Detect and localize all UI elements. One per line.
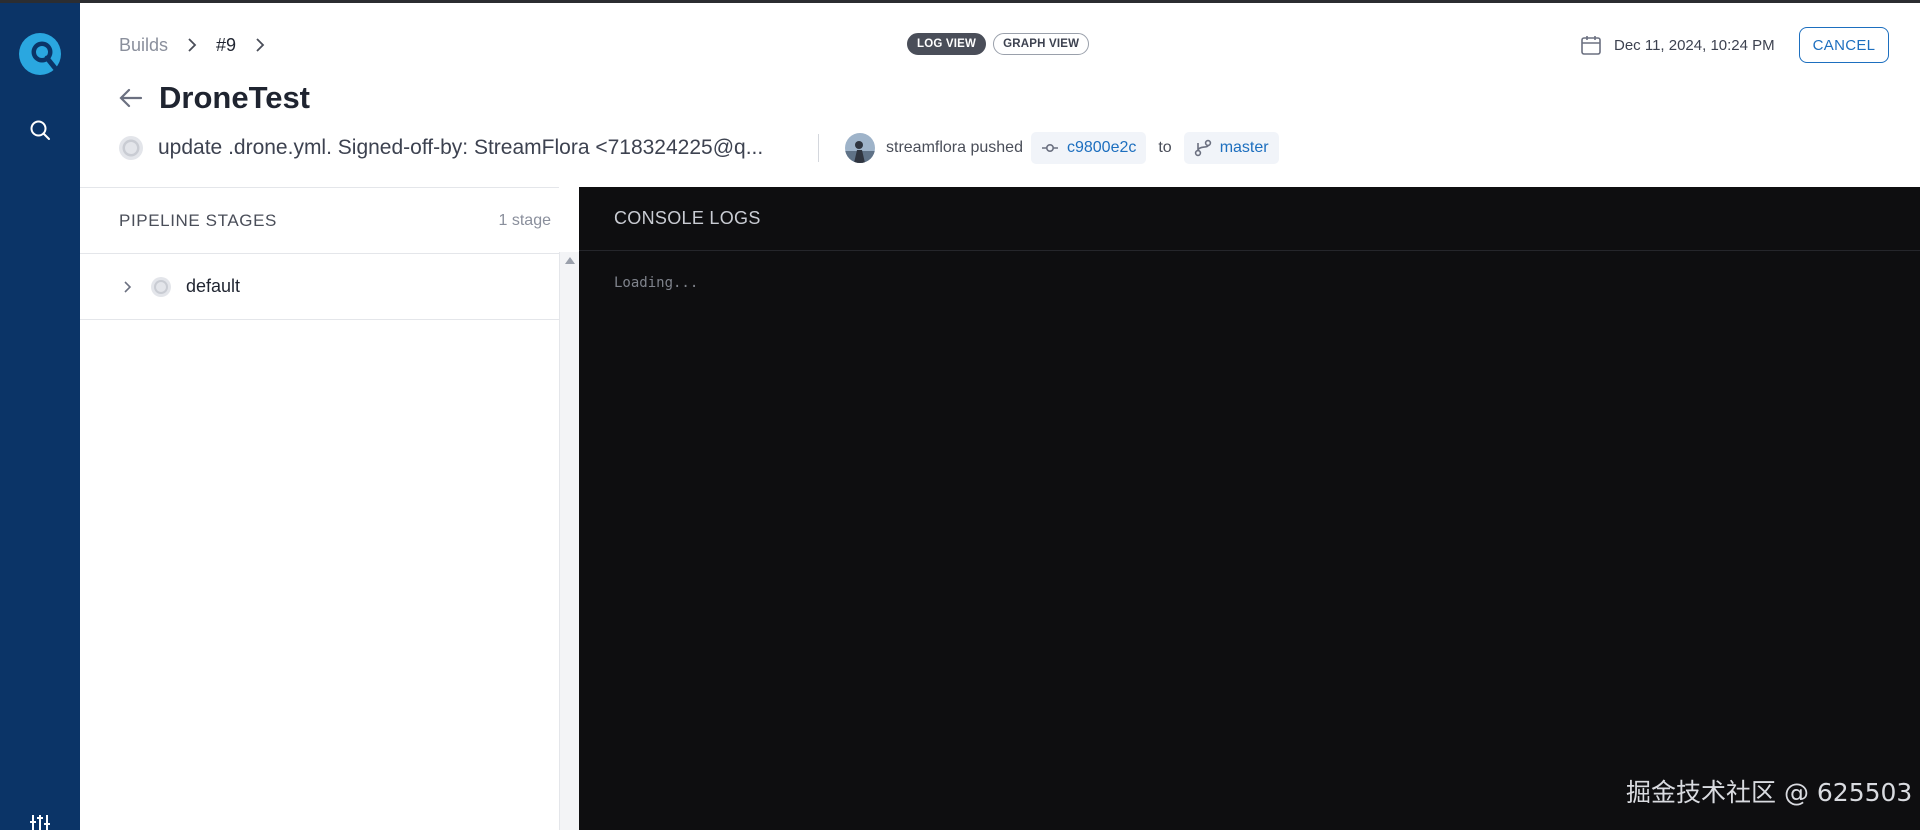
to-label: to	[1158, 139, 1172, 156]
commit-author: streamflora pushed	[886, 139, 1023, 156]
log-view-button[interactable]: LOG VIEW	[907, 33, 987, 55]
stage-count: 1 stage	[498, 211, 551, 229]
console-logs-title: CONSOLE LOGS	[579, 187, 1920, 251]
graph-view-button[interactable]: GRAPH VIEW	[993, 33, 1090, 55]
calendar-icon	[1580, 34, 1602, 56]
stages-scrollbar[interactable]	[559, 252, 579, 830]
scroll-up-arrow-icon[interactable]	[565, 257, 575, 264]
build-date-text: Dec 11, 2024, 10:24 PM	[1614, 36, 1775, 54]
pipeline-stages-title: PIPELINE STAGES	[119, 210, 277, 230]
pending-status-icon	[150, 276, 172, 298]
chevron-right-icon	[180, 33, 204, 57]
drone-logo-icon[interactable]	[18, 32, 62, 76]
view-toggle: LOG VIEW GRAPH VIEW	[907, 33, 1090, 55]
title-row: DroneTest	[117, 78, 310, 118]
console-logs-panel: CONSOLE LOGS Loading...	[579, 187, 1920, 830]
chevron-right-icon[interactable]	[118, 277, 138, 297]
pending-status-icon	[118, 135, 144, 161]
breadcrumb-builds-link[interactable]: Builds	[119, 35, 168, 56]
watermark: 掘金技术社区 @ 625503	[1626, 778, 1913, 807]
sliders-icon[interactable]	[29, 814, 51, 830]
arrow-left-icon[interactable]	[117, 84, 145, 112]
sidebar	[0, 3, 80, 830]
breadcrumb-build-number[interactable]: #9	[216, 35, 236, 56]
branch-name: master	[1219, 139, 1269, 156]
console-output: Loading...	[614, 275, 699, 291]
avatar	[845, 133, 875, 163]
commit-sha: c9800e2c	[1066, 139, 1137, 156]
divider	[818, 134, 819, 162]
commit-sha-link[interactable]: c9800e2c	[1030, 132, 1147, 164]
commit-message: update .drone.yml. Signed-off-by: Stream…	[158, 136, 764, 159]
search-icon[interactable]	[28, 118, 52, 142]
pipeline-stages-panel: PIPELINE STAGES 1 stage default	[80, 187, 559, 830]
breadcrumb: Builds #9	[119, 33, 284, 57]
chevron-right-icon	[248, 33, 272, 57]
git-branch-icon	[1194, 139, 1211, 157]
build-header: Builds #9 LOG VIEW GRAPH VIEW Dec 11, 20…	[80, 3, 1920, 187]
git-commit-icon	[1041, 143, 1058, 153]
branch-link[interactable]: master	[1183, 132, 1279, 164]
commit-info: update .drone.yml. Signed-off-by: Stream…	[118, 131, 1279, 165]
cancel-button[interactable]: CANCEL	[1799, 27, 1889, 63]
page-title: DroneTest	[159, 80, 311, 115]
pipeline-stages-header: PIPELINE STAGES 1 stage	[80, 188, 559, 254]
stage-item-default[interactable]: default	[80, 254, 559, 320]
stage-name: default	[186, 276, 241, 296]
build-date: Dec 11, 2024, 10:24 PM	[1580, 33, 1775, 57]
